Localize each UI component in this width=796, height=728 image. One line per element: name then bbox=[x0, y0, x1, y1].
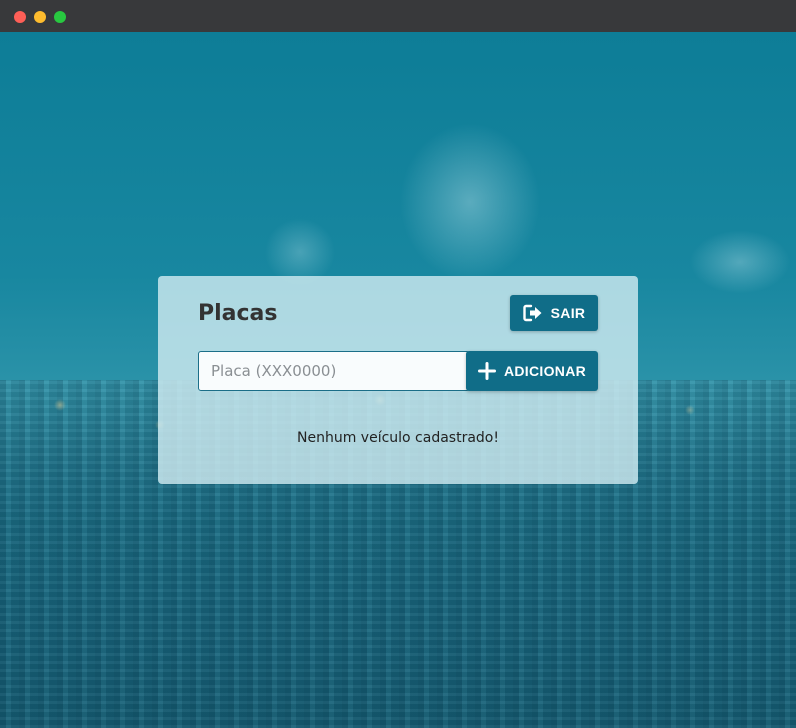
window-titlebar bbox=[0, 0, 796, 32]
close-window-button[interactable] bbox=[14, 11, 26, 23]
page-title: Placas bbox=[198, 301, 278, 326]
app-window: Placas SAIR ADICIONAR Nenhum veículo cad… bbox=[0, 0, 796, 728]
plate-input[interactable] bbox=[198, 351, 470, 391]
maximize-window-button[interactable] bbox=[54, 11, 66, 23]
logout-button-label: SAIR bbox=[550, 305, 586, 321]
plates-panel: Placas SAIR ADICIONAR Nenhum veículo cad… bbox=[158, 276, 638, 484]
add-plate-button-label: ADICIONAR bbox=[503, 363, 587, 379]
empty-state-message: Nenhum veículo cadastrado! bbox=[297, 430, 499, 446]
plus-icon bbox=[477, 362, 496, 380]
minimize-window-button[interactable] bbox=[34, 11, 46, 23]
add-plate-button[interactable]: ADICIONAR bbox=[466, 351, 598, 391]
sign-out-icon bbox=[522, 304, 543, 322]
logout-button[interactable]: SAIR bbox=[510, 295, 598, 331]
